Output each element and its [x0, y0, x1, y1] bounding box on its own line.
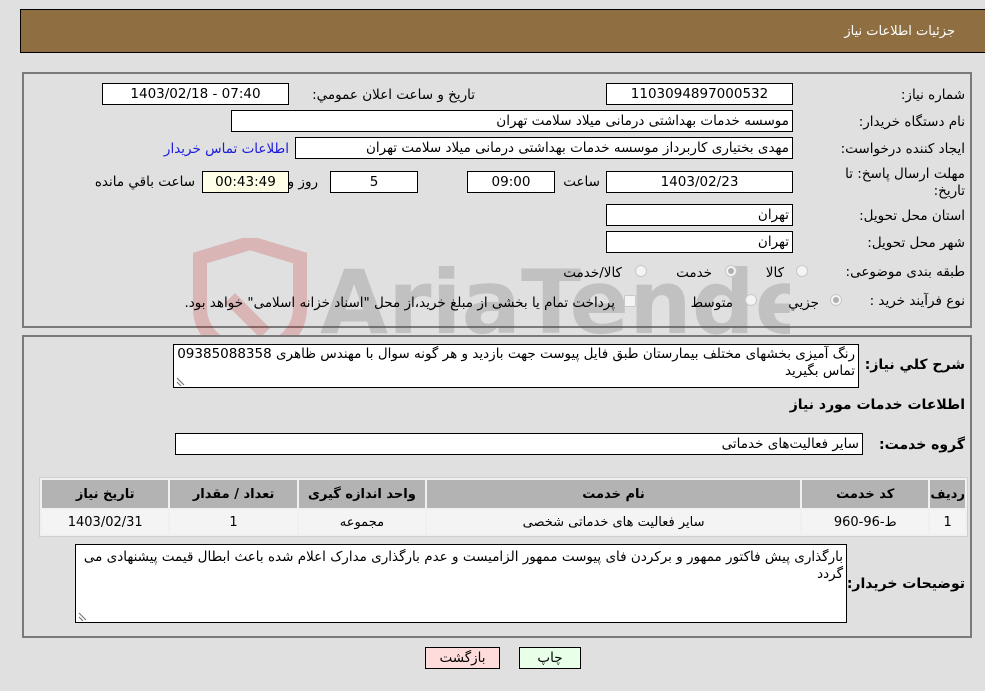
- deadline-time-field[interactable]: 09:00: [467, 171, 555, 193]
- treasury-checkbox[interactable]: [624, 295, 636, 307]
- buyer-contact-link[interactable]: اطلاعات تماس خریدار: [164, 141, 289, 157]
- buyer-notes-label: توضیحات خریدار:: [846, 576, 965, 592]
- service-group-label: گروه خدمت:: [879, 437, 965, 453]
- category-radio-goods[interactable]: [796, 265, 808, 277]
- service-group-field[interactable]: سایر فعالیت‌های خدماتی: [175, 433, 863, 455]
- col-header-date: تاریخ نیاز: [42, 480, 169, 508]
- city-label: شهر محل تحویل:: [867, 235, 965, 251]
- announce-date-field[interactable]: 1403/02/18 - 07:40: [102, 83, 289, 105]
- creator-label: ایجاد کننده درخواست:: [840, 141, 965, 157]
- treasury-text: پرداخت تمام یا بخشی از مبلغ خرید،از محل …: [184, 295, 615, 311]
- col-header-code: کد خدمت: [802, 480, 929, 508]
- description-text: رنگ آمیزی بخشهای مختلف بیمارستان طبق فای…: [177, 346, 855, 379]
- city-field[interactable]: تهران: [606, 231, 793, 253]
- col-header-name: نام خدمت: [427, 480, 801, 508]
- remaining-time-label: ساعت باقي مانده: [94, 174, 195, 190]
- category-label: طبقه بندی موضوعی:: [845, 264, 965, 280]
- deadline-time-label: ساعت: [563, 174, 600, 190]
- print-button[interactable]: چاپ: [519, 647, 581, 669]
- services-table: ردیف کد خدمت نام خدمت واحد اندازه گیری ت…: [39, 477, 968, 537]
- category-radio-service[interactable]: [725, 265, 737, 277]
- col-header-row: ردیف: [930, 480, 965, 508]
- cell-date: 1403/02/31: [42, 510, 169, 534]
- category-radio-goods-service[interactable]: [635, 265, 647, 277]
- days-remaining-field[interactable]: 5: [330, 171, 418, 193]
- description-label: شرح كلي نياز:: [864, 357, 965, 373]
- purchase-type-label: نوع فرآیند خرید :: [869, 293, 965, 309]
- page-title: جزئیات اطلاعات نیاز: [844, 24, 955, 39]
- back-button[interactable]: بازگشت: [425, 647, 500, 669]
- purchase-option-minor: جزیي: [788, 295, 819, 311]
- resize-grip-icon[interactable]: [78, 612, 87, 621]
- cell-code: ط-96-960: [802, 510, 929, 534]
- buyer-org-field[interactable]: موسسه خدمات بهداشتی درمانی میلاد سلامت ت…: [231, 110, 793, 132]
- purchase-radio-medium[interactable]: [745, 294, 757, 306]
- description-textarea[interactable]: رنگ آمیزی بخشهای مختلف بیمارستان طبق فای…: [173, 344, 859, 388]
- buyer-notes-textarea[interactable]: بارگذاری پیش فاکتور ممهور و برکردن فای پ…: [75, 544, 847, 623]
- col-header-qty: تعداد / مقدار: [170, 480, 297, 508]
- services-section-title: اطلاعات خدمات مورد نیاز: [789, 397, 965, 413]
- buyer-org-label: نام دستگاه خریدار:: [858, 114, 965, 130]
- purchase-radio-minor[interactable]: [830, 294, 842, 306]
- table-header-row: ردیف کد خدمت نام خدمت واحد اندازه گیری ت…: [42, 480, 965, 508]
- col-header-unit: واحد اندازه گیری: [298, 480, 426, 508]
- purchase-option-medium: متوسط: [690, 295, 733, 311]
- buyer-notes-text: بارگذاری پیش فاکتور ممهور و برکردن فای پ…: [83, 549, 843, 582]
- remaining-time-field: 00:43:49: [202, 171, 289, 193]
- cell-row: 1: [930, 510, 965, 534]
- deadline-label-date: تاریخ:: [933, 183, 965, 199]
- cell-qty: 1: [170, 510, 297, 534]
- creator-field[interactable]: مهدی بختیاری کاربرداز موسسه خدمات بهداشت…: [295, 137, 793, 159]
- province-label: استان محل تحویل:: [859, 208, 965, 224]
- category-option-service: خدمت: [676, 265, 712, 281]
- deadline-label: مهلت ارسال پاسخ: تا: [845, 166, 965, 182]
- deadline-date-field[interactable]: 1403/02/23: [606, 171, 793, 193]
- days-label: روز و: [287, 174, 318, 190]
- category-option-goods: کالا: [765, 265, 784, 281]
- cell-unit: مجموعه: [298, 510, 426, 534]
- cell-name: سایر فعالیت های خدماتی شخصی: [427, 510, 801, 534]
- need-number-label: شماره نیاز:: [900, 87, 965, 103]
- page-header: جزئیات اطلاعات نیاز: [20, 9, 985, 53]
- announce-date-label: تاریخ و ساعت اعلان عمومي:: [312, 87, 475, 103]
- need-number-field[interactable]: 1103094897000532: [606, 83, 793, 105]
- province-field[interactable]: تهران: [606, 204, 793, 226]
- table-row: 1 ط-96-960 سایر فعالیت های خدماتی شخصی م…: [42, 510, 965, 534]
- resize-grip-icon[interactable]: [176, 377, 185, 386]
- category-option-goods-service: کالا/خدمت: [563, 265, 622, 281]
